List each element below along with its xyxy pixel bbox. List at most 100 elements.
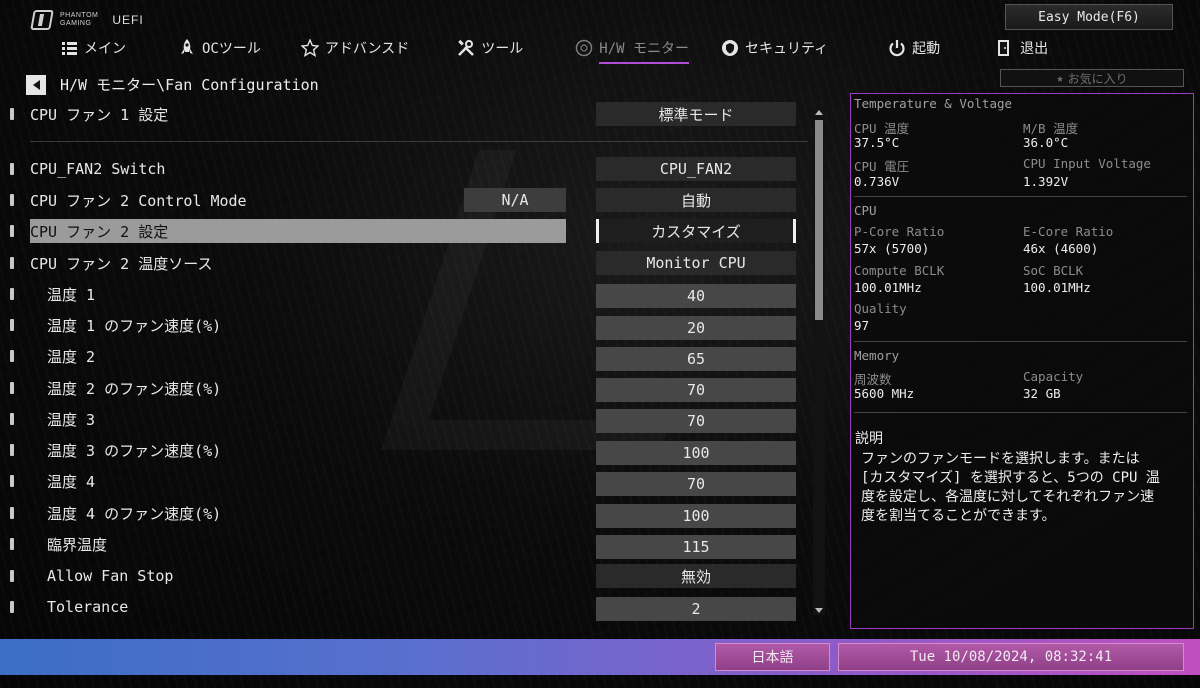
power-icon bbox=[888, 39, 906, 57]
pcore-ratio-value: 57x (5700) bbox=[854, 241, 930, 256]
favorites-button[interactable]: ★ お気に入り bbox=[1000, 69, 1184, 87]
language-button[interactable]: 日本語 bbox=[715, 643, 830, 671]
setting-row[interactable]: 温度 4 bbox=[10, 469, 95, 493]
star-icon: ★ bbox=[1056, 71, 1064, 85]
setting-row[interactable]: CPU ファン 2 温度ソース bbox=[10, 251, 212, 275]
setting-value[interactable]: 100 bbox=[596, 504, 796, 528]
setting-value[interactable]: 70 bbox=[596, 409, 796, 433]
memory-capacity-value: 32 GB bbox=[1023, 386, 1061, 401]
setting-row-selected[interactable]: CPU ファン 2 設定 bbox=[10, 219, 566, 243]
quality-label: Quality bbox=[854, 301, 907, 316]
tab-boot-label: 起動 bbox=[912, 41, 941, 57]
setting-value[interactable]: 115 bbox=[596, 535, 796, 559]
compute-bclk-value: 100.01MHz bbox=[854, 280, 922, 295]
scroll-thumb[interactable] bbox=[815, 120, 823, 320]
tab-exit[interactable]: 退出 bbox=[996, 34, 1048, 62]
control-mode-status: N/A bbox=[464, 188, 566, 212]
memory-frequency-value: 5600 MHz bbox=[854, 386, 915, 401]
setting-row[interactable]: CPU ファン 2 Control Mode bbox=[10, 188, 247, 212]
setting-value[interactable]: 100 bbox=[596, 441, 796, 465]
divider bbox=[854, 412, 1187, 413]
setting-label: 温度 1 bbox=[47, 285, 96, 304]
setting-row[interactable]: 温度 4 のファン速度(%) bbox=[10, 501, 221, 525]
cpu-voltage-value: 0.736V bbox=[854, 174, 900, 189]
cpu-input-voltage-value: 1.392V bbox=[1023, 174, 1069, 189]
ecore-ratio-value: 46x (4600) bbox=[1023, 241, 1099, 256]
cpu-voltage-label: CPU 電圧 bbox=[854, 159, 910, 174]
setting-row[interactable]: 温度 1 のファン速度(%) bbox=[10, 313, 221, 337]
easy-mode-button[interactable]: Easy Mode(F6) bbox=[1005, 4, 1173, 30]
setting-label: CPU ファン 2 設定 bbox=[30, 222, 169, 241]
setting-row[interactable]: Allow Fan Stop bbox=[10, 564, 173, 588]
setting-row[interactable]: CPU ファン 1 設定 bbox=[10, 102, 168, 126]
setting-label: Tolerance bbox=[47, 598, 129, 616]
divider bbox=[854, 341, 1187, 342]
mb-temp-value: 36.0°C bbox=[1023, 135, 1069, 150]
bullet-icon bbox=[10, 288, 14, 300]
setting-row[interactable]: 温度 3 のファン速度(%) bbox=[10, 438, 221, 462]
bullet-icon bbox=[10, 108, 14, 120]
quality-value: 97 bbox=[854, 318, 870, 333]
soc-bclk-label: SoC BCLK bbox=[1023, 263, 1084, 278]
memory-capacity-label: Capacity bbox=[1023, 369, 1084, 384]
setting-label: 温度 1 のファン速度(%) bbox=[47, 316, 222, 335]
scroll-down-icon[interactable] bbox=[815, 608, 823, 613]
bullet-icon bbox=[10, 382, 14, 394]
setting-value[interactable]: 2 bbox=[596, 597, 796, 621]
setting-value[interactable]: 無効 bbox=[596, 564, 796, 588]
scrollbar[interactable] bbox=[813, 108, 825, 615]
setting-row[interactable]: 温度 1 bbox=[10, 282, 95, 306]
setting-value[interactable]: 40 bbox=[596, 284, 796, 308]
setting-value[interactable]: 65 bbox=[596, 347, 796, 371]
description-title: 説明 bbox=[855, 431, 883, 447]
tab-boot[interactable]: 起動 bbox=[888, 34, 940, 62]
setting-label: CPU ファン 2 温度ソース bbox=[30, 254, 213, 273]
bullet-icon bbox=[10, 507, 14, 519]
setting-value[interactable]: Monitor CPU bbox=[596, 251, 796, 275]
ecore-ratio-label: E-Core Ratio bbox=[1023, 224, 1114, 239]
setting-value[interactable]: カスタマイズ bbox=[596, 219, 796, 243]
compute-bclk-label: Compute BCLK bbox=[854, 263, 945, 278]
setting-value[interactable]: 自動 bbox=[596, 188, 796, 212]
bullet-icon bbox=[10, 444, 14, 456]
setting-row[interactable]: 温度 3 bbox=[10, 407, 95, 431]
bullet-icon bbox=[10, 413, 14, 425]
setting-label: CPU ファン 2 Control Mode bbox=[30, 191, 247, 210]
bullet-icon bbox=[10, 350, 14, 362]
bullet-icon bbox=[10, 163, 14, 175]
bullet-icon bbox=[10, 194, 14, 206]
setting-value[interactable]: 標準モード bbox=[596, 102, 796, 126]
bullet-icon bbox=[10, 601, 14, 613]
divider bbox=[854, 196, 1187, 197]
setting-label: 臨界温度 bbox=[47, 535, 108, 554]
setting-label: CPU_FAN2 Switch bbox=[30, 160, 166, 178]
setting-value[interactable]: CPU_FAN2 bbox=[596, 157, 796, 181]
datetime-display[interactable]: Tue 10/08/2024, 08:32:41 bbox=[838, 643, 1184, 671]
section-temp-voltage: Temperature & Voltage bbox=[854, 96, 1013, 111]
setting-row[interactable]: 温度 2 bbox=[10, 344, 95, 368]
bullet-icon bbox=[10, 257, 14, 269]
setting-row[interactable]: Tolerance bbox=[10, 595, 128, 619]
exit-icon bbox=[996, 39, 1014, 57]
setting-label: 温度 4 bbox=[47, 472, 96, 491]
setting-row[interactable]: 温度 2 のファン速度(%) bbox=[10, 376, 221, 400]
setting-value[interactable]: 20 bbox=[596, 316, 796, 340]
section-memory: Memory bbox=[854, 348, 900, 363]
pcore-ratio-label: P-Core Ratio bbox=[854, 224, 945, 239]
setting-value[interactable]: 70 bbox=[596, 472, 796, 496]
bullet-icon bbox=[10, 319, 14, 331]
hw-info-panel: Temperature & Voltage CPU 温度 37.5°C M/B … bbox=[850, 93, 1194, 629]
setting-row[interactable]: CPU_FAN2 Switch bbox=[10, 157, 165, 181]
setting-row[interactable]: 臨界温度 bbox=[10, 532, 107, 556]
divider bbox=[30, 141, 808, 142]
setting-label: 温度 4 のファン速度(%) bbox=[47, 504, 222, 523]
bullet-icon bbox=[10, 538, 14, 550]
setting-label: 温度 2 のファン速度(%) bbox=[47, 379, 222, 398]
bullet-icon bbox=[10, 475, 14, 487]
scroll-up-icon[interactable] bbox=[815, 110, 823, 115]
soc-bclk-value: 100.01MHz bbox=[1023, 280, 1091, 295]
setting-label: CPU ファン 1 設定 bbox=[30, 105, 169, 124]
setting-value[interactable]: 70 bbox=[596, 378, 796, 402]
setting-label: 温度 2 bbox=[47, 347, 96, 366]
favorites-label: お気に入り bbox=[1067, 71, 1128, 86]
